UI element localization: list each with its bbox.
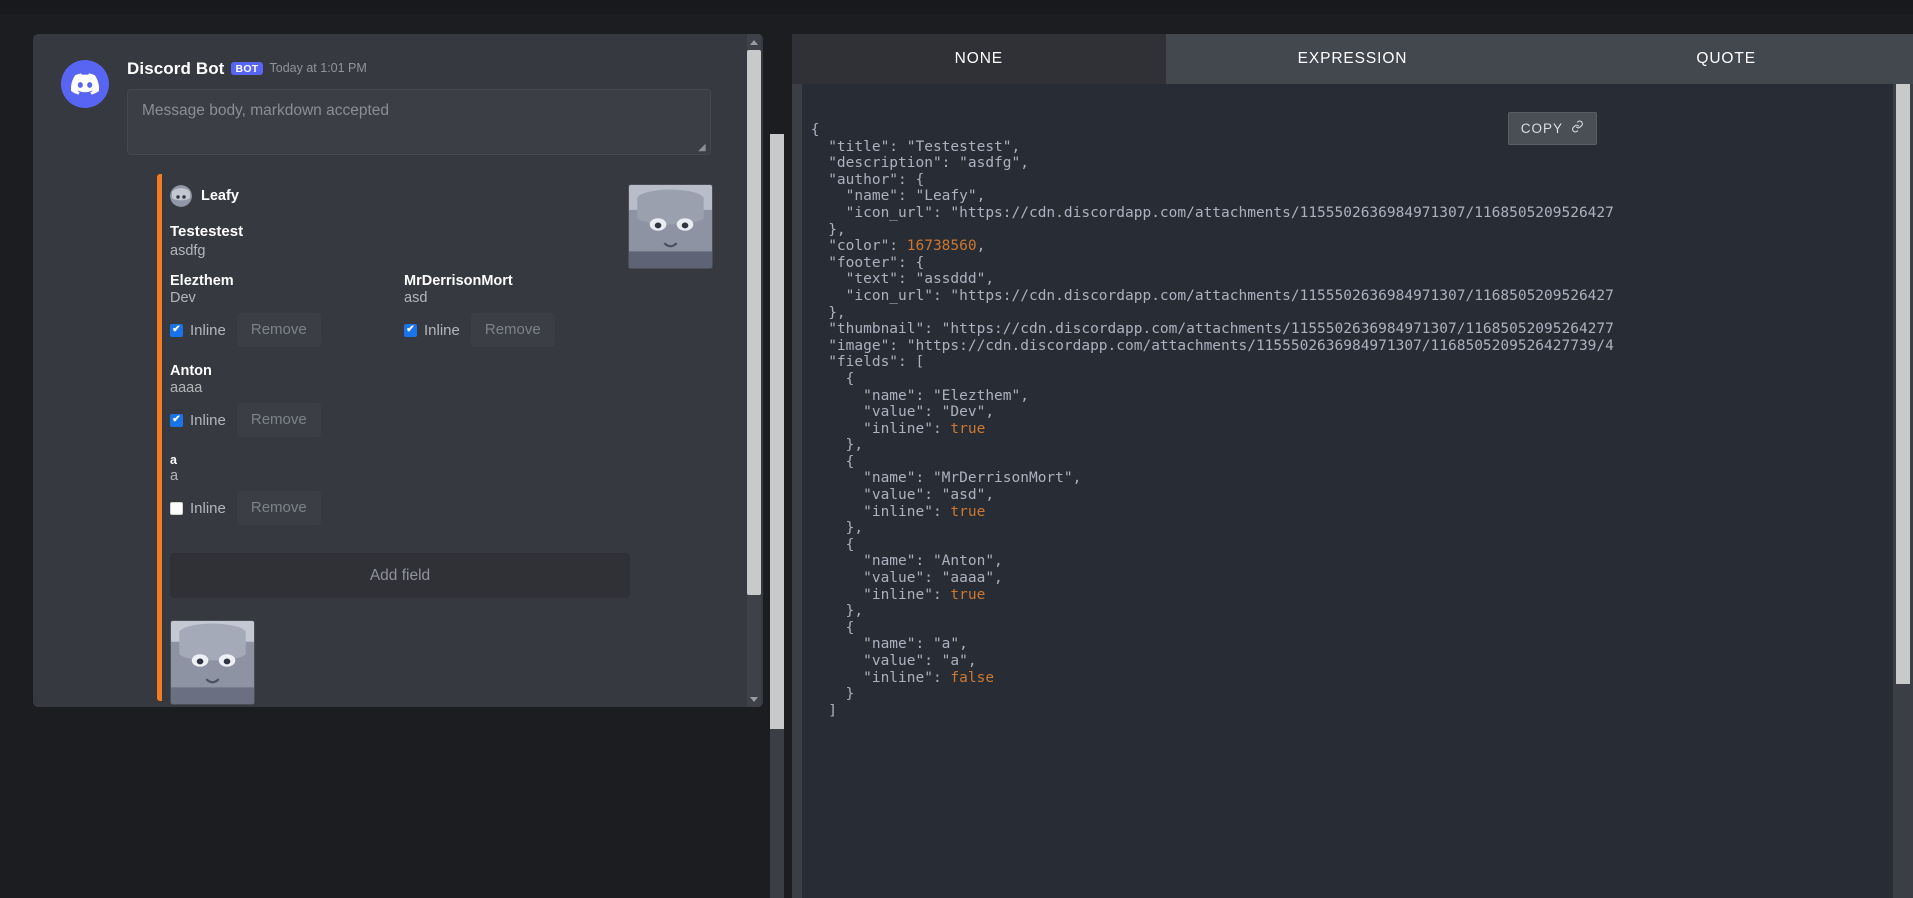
field-name: Elezthem (170, 273, 234, 289)
embed-thumbnail (628, 184, 713, 269)
embed-field-0: Elezthem Dev ✔ Inline Remove (170, 273, 404, 347)
inline-label: Inline (190, 499, 226, 517)
field-name: Anton (170, 363, 212, 379)
app-root: Discord Bot BOT Today at 1:01 PM Message… (0, 0, 1913, 898)
inline-label: Inline (424, 321, 460, 339)
bot-badge: BOT (231, 61, 263, 76)
field-name: a (170, 453, 177, 467)
remove-field-button[interactable]: Remove (470, 313, 555, 347)
bot-name: Discord Bot (127, 59, 225, 78)
embed-field-2: Anton aaaa ✔ Inline Remove (170, 363, 404, 437)
json-code: { "title": "Testestest", "description": … (802, 122, 1614, 719)
field-controls: ✔ Inline Remove (170, 313, 404, 347)
json-output-panel: NONE EXPRESSION QUOTE COPY { "title": "T… (770, 34, 1913, 898)
message-header: Discord Bot BOT Today at 1:01 PM Message… (33, 60, 745, 155)
inline-checkbox[interactable] (170, 501, 183, 515)
embed-field-3: a a Inline Remove (170, 453, 404, 525)
scroll-down-icon[interactable] (747, 691, 761, 707)
field-controls: ✔ Inline Remove (404, 313, 638, 347)
link-icon (1571, 120, 1584, 136)
field-value: Dev (170, 290, 196, 306)
embed-content: Leafy Testestest asdfg Elezthem Dev ✔ In… (170, 174, 713, 707)
preview-scrollbar[interactable] (745, 34, 763, 707)
field-row: a a Inline Remove (170, 453, 677, 541)
remove-field-button[interactable]: Remove (236, 491, 321, 525)
embed-author-avatar (170, 185, 192, 207)
field-row: Elezthem Dev ✔ Inline Remove MrDerrisonM… (170, 273, 677, 363)
field-controls: Inline Remove (170, 491, 404, 525)
message-body-input[interactable]: Message body, markdown accepted ◢ (127, 89, 711, 155)
discord-logo-icon (61, 60, 109, 108)
message-meta: Discord Bot BOT Today at 1:01 PM Message… (127, 60, 745, 155)
output-tabs: NONE EXPRESSION QUOTE (792, 34, 1913, 84)
inline-checkbox[interactable]: ✔ (404, 323, 417, 337)
tab-none[interactable]: NONE (792, 34, 1166, 84)
remove-field-button[interactable]: Remove (236, 313, 321, 347)
json-vertical-scrollbar[interactable] (1893, 84, 1913, 898)
remove-field-button[interactable]: Remove (236, 403, 321, 437)
embed-title: Testestest (170, 223, 244, 240)
message-timestamp: Today at 1:01 PM (269, 61, 367, 76)
embed-accent-bar (157, 174, 162, 701)
field-controls: ✔ Inline Remove (170, 403, 404, 437)
field-name: MrDerrisonMort (404, 273, 513, 289)
scroll-up-icon[interactable] (747, 34, 761, 50)
top-strip (0, 0, 1913, 14)
json-inner-scrollbar-thumb[interactable] (770, 134, 784, 729)
json-vertical-scrollbar-thumb[interactable] (1896, 84, 1910, 684)
inline-checkbox[interactable]: ✔ (170, 413, 183, 427)
tab-quote[interactable]: QUOTE (1539, 34, 1913, 84)
inline-label: Inline (190, 411, 226, 429)
embed-image (170, 620, 255, 705)
json-viewer: COPY { "title": "Testestest", "descripti… (770, 84, 1913, 898)
embed-field-1: MrDerrisonMort asd ✔ Inline Remove (404, 273, 638, 347)
json-gutter (792, 84, 802, 898)
preview-scroll-area: Discord Bot BOT Today at 1:01 PM Message… (33, 34, 745, 707)
tab-expression[interactable]: EXPRESSION (1165, 34, 1540, 84)
embed-author-row: Leafy (170, 185, 677, 207)
embed-description: asdfg (170, 243, 206, 259)
copy-button-label: COPY (1520, 120, 1563, 136)
author-line: Discord Bot BOT Today at 1:01 PM (127, 60, 715, 77)
resize-grip-icon[interactable]: ◢ (698, 143, 708, 153)
field-value: asd (404, 290, 428, 306)
field-row: Anton aaaa ✔ Inline Remove (170, 363, 677, 453)
field-value: a (170, 468, 179, 484)
embed-author-name: Leafy (201, 188, 239, 204)
embed-preview-panel: Discord Bot BOT Today at 1:01 PM Message… (33, 34, 763, 707)
field-value: aaaa (170, 380, 203, 396)
json-code-area[interactable]: { "title": "Testestest", "description": … (802, 84, 1893, 898)
inline-checkbox[interactable]: ✔ (170, 323, 183, 337)
copy-button[interactable]: COPY (1507, 112, 1597, 145)
inline-label: Inline (190, 321, 226, 339)
preview-scrollbar-thumb[interactable] (747, 50, 761, 595)
embed-container: Leafy Testestest asdfg Elezthem Dev ✔ In… (157, 174, 713, 707)
add-field-button[interactable]: Add field (170, 553, 630, 598)
embed-fields: Elezthem Dev ✔ Inline Remove MrDerrisonM… (170, 273, 677, 541)
message-body-placeholder: Message body, markdown accepted (142, 102, 389, 119)
json-inner-scrollbar[interactable] (770, 134, 784, 898)
